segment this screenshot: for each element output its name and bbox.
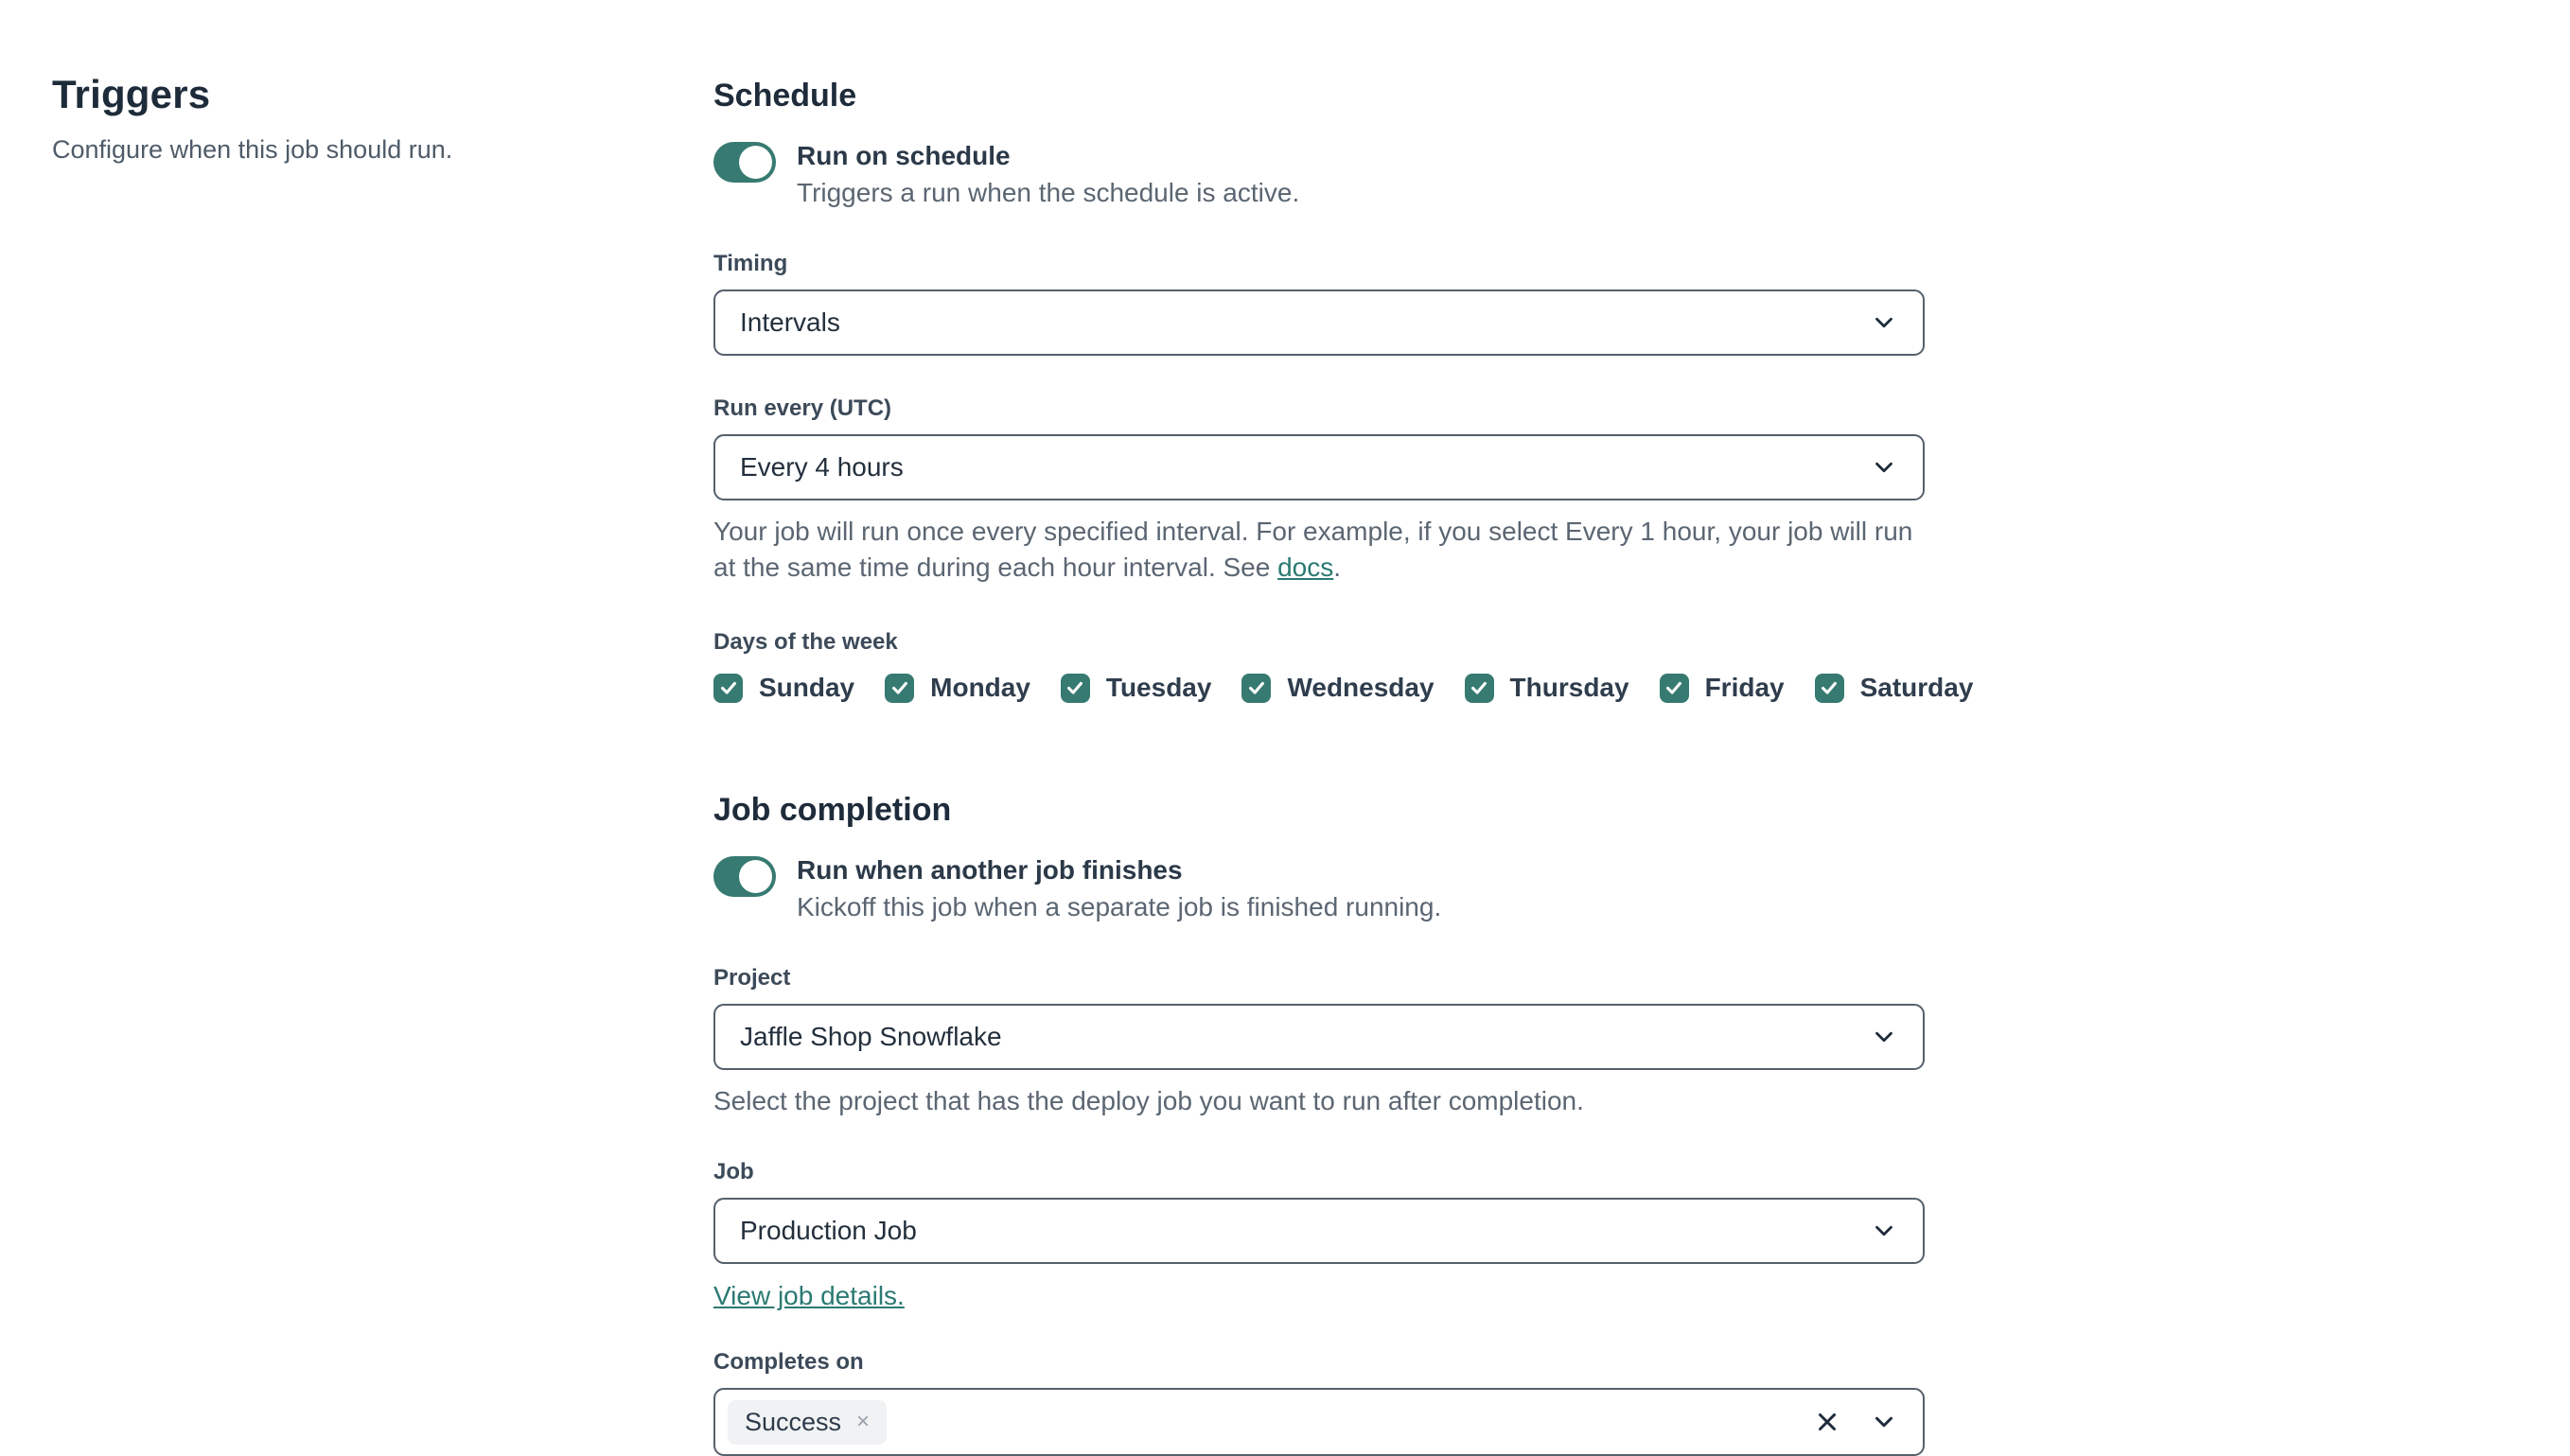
checkbox-checked-icon xyxy=(1464,673,1494,703)
job-label: Job xyxy=(713,1159,754,1184)
timing-label: Timing xyxy=(713,251,788,276)
schedule-section-heading: Schedule xyxy=(713,78,857,114)
run-on-schedule-toggle[interactable] xyxy=(713,142,776,183)
day-checkbox-sunday[interactable]: Sunday xyxy=(713,673,854,703)
page-title: Triggers xyxy=(52,72,211,116)
project-value: Jaffle Shop Snowflake xyxy=(740,1022,1002,1051)
run-every-help: Your job will run once every specified i… xyxy=(713,514,1925,586)
chevron-down-icon xyxy=(1875,1225,1892,1237)
run-when-job-finishes-label: Run when another job finishes xyxy=(797,855,1183,885)
docs-link[interactable]: docs xyxy=(1277,553,1333,582)
tag-label: Success xyxy=(745,1407,842,1436)
triggers-intro: Triggers Configure when this job should … xyxy=(52,72,639,167)
project-label: Project xyxy=(713,965,791,991)
run-every-value: Every 4 hours xyxy=(740,452,904,482)
timing-select[interactable]: Intervals xyxy=(713,289,1925,356)
job-value: Production Job xyxy=(740,1216,917,1245)
run-when-job-finishes-description: Kickoff this job when a separate job is … xyxy=(797,892,1442,921)
chevron-down-icon[interactable] xyxy=(1870,1408,1898,1436)
day-label: Saturday xyxy=(1859,673,1974,702)
day-checkbox-saturday[interactable]: Saturday xyxy=(1814,673,1974,703)
day-label: Tuesday xyxy=(1105,673,1212,702)
day-label: Friday xyxy=(1704,673,1785,702)
chevron-down-icon xyxy=(1875,462,1892,473)
days-of-week-label: Days of the week xyxy=(713,629,898,655)
chevron-down-icon xyxy=(1875,1031,1892,1043)
project-help: Select the project that has the deploy j… xyxy=(713,1086,1584,1115)
checkbox-checked-icon xyxy=(1659,673,1689,703)
day-label: Sunday xyxy=(759,673,855,702)
day-checkbox-friday[interactable]: Friday xyxy=(1659,673,1785,703)
checkbox-checked-icon xyxy=(885,673,915,703)
view-job-details-link[interactable]: View job details. xyxy=(713,1281,905,1311)
timing-value: Intervals xyxy=(740,307,840,337)
completes-on-label: Completes on xyxy=(713,1349,864,1375)
run-on-schedule-label: Run on schedule xyxy=(797,141,1011,170)
run-every-select[interactable]: Every 4 hours xyxy=(713,434,1925,500)
checkbox-checked-icon xyxy=(1814,673,1844,703)
day-checkbox-thursday[interactable]: Thursday xyxy=(1464,673,1629,703)
day-label: Thursday xyxy=(1509,673,1629,702)
checkbox-checked-icon xyxy=(1060,673,1090,703)
chevron-down-icon xyxy=(1875,317,1892,328)
help-text-after: . xyxy=(1333,553,1342,582)
day-checkbox-tuesday[interactable]: Tuesday xyxy=(1060,673,1212,703)
job-completion-section-heading: Job completion xyxy=(713,792,952,828)
checkbox-checked-icon xyxy=(713,673,743,703)
job-select[interactable]: Production Job xyxy=(713,1198,1925,1264)
run-on-schedule-description: Triggers a run when the schedule is acti… xyxy=(797,178,1300,207)
run-on-schedule-row: Run on schedule Triggers a run when the … xyxy=(713,140,1925,211)
page-subtitle: Configure when this job should run. xyxy=(52,135,453,164)
triggers-form: Schedule Run on schedule Triggers a run … xyxy=(713,76,1973,1456)
toggle-knob xyxy=(739,146,772,179)
day-checkbox-monday[interactable]: Monday xyxy=(885,673,1030,703)
completes-on-multiselect[interactable]: Success × xyxy=(713,1388,1925,1456)
tag-remove-icon[interactable]: × xyxy=(856,1411,870,1433)
run-every-label: Run every (UTC) xyxy=(713,395,892,421)
project-select[interactable]: Jaffle Shop Snowflake xyxy=(713,1004,1925,1070)
checkbox-checked-icon xyxy=(1241,673,1272,703)
days-of-week-row: Sunday Monday Tuesday Wednesday Thursday… xyxy=(713,673,1973,703)
day-label: Monday xyxy=(930,673,1030,702)
run-when-job-finishes-row: Run when another job finishes Kickoff th… xyxy=(713,854,1925,925)
selected-tag-success: Success × xyxy=(728,1399,888,1445)
day-label: Wednesday xyxy=(1287,673,1435,702)
day-checkbox-wednesday[interactable]: Wednesday xyxy=(1241,673,1435,703)
run-when-job-finishes-toggle[interactable] xyxy=(713,856,776,897)
clear-all-icon[interactable] xyxy=(1813,1408,1841,1436)
toggle-knob xyxy=(739,860,772,893)
